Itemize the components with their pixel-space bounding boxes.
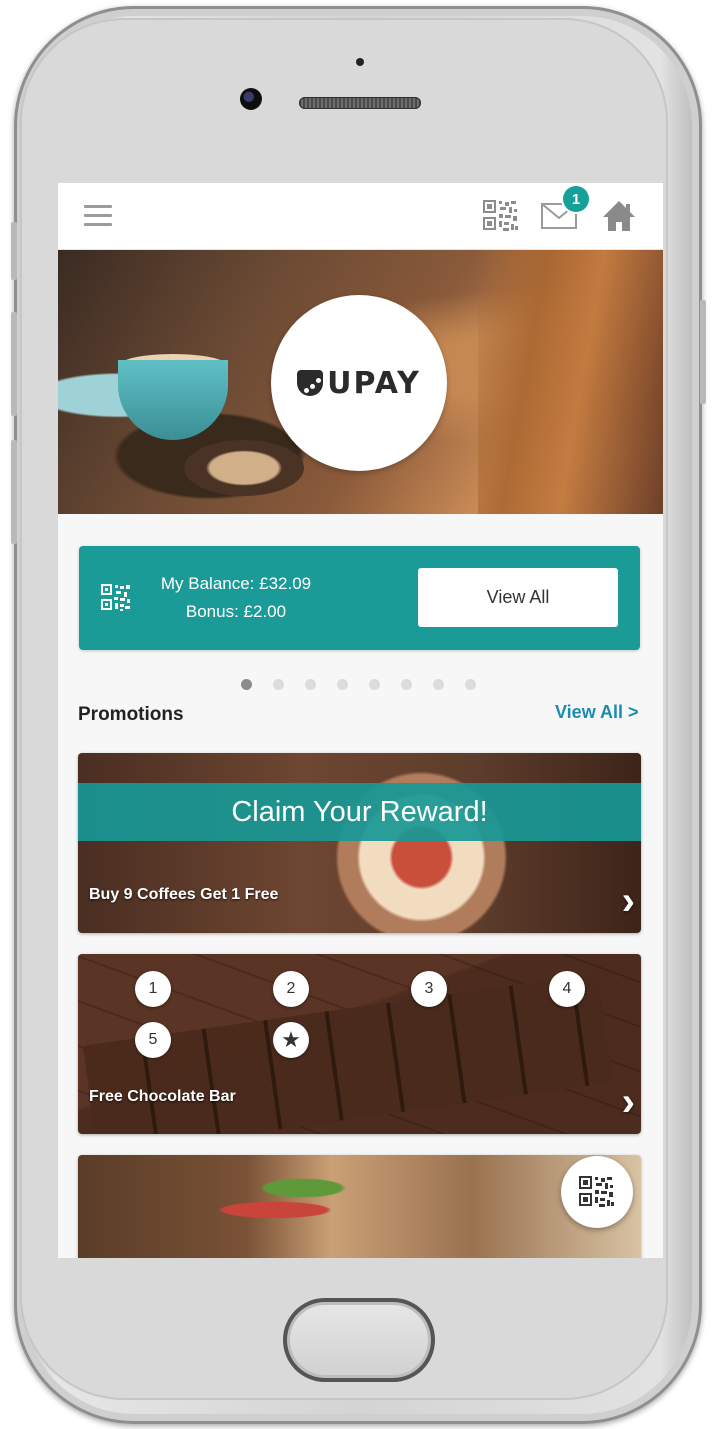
promotions-view-all-link[interactable]: View All > <box>555 702 639 723</box>
stamp-4: 4 <box>549 971 585 1007</box>
claim-reward-banner[interactable]: Claim Your Reward! <box>78 783 641 841</box>
carousel-dot[interactable] <box>305 679 316 690</box>
chevron-right-icon[interactable]: › <box>622 881 635 921</box>
promotion-card-label: Free Chocolate Bar <box>89 1088 236 1105</box>
chevron-right-icon[interactable]: › <box>622 1082 635 1122</box>
phone-volume-down <box>11 440 17 544</box>
balance-text: My Balance: £32.09 Bonus: £2.00 <box>141 570 331 626</box>
carousel-dot[interactable] <box>241 679 252 690</box>
notification-badge[interactable]: 1 <box>563 186 589 212</box>
phone-volume-up <box>11 312 17 416</box>
promotion-card-chocolate[interactable]: 1 2 3 4 5 ★ Free Chocolate Bar › <box>78 954 641 1134</box>
brand-logo: UPAY <box>271 295 447 471</box>
brand-logo-mark-icon <box>297 370 324 396</box>
hero-photo-coffee-cup <box>184 440 304 496</box>
hero-banner: UPAY <box>58 250 663 514</box>
promotion-card-coffee[interactable]: Claim Your Reward! Buy 9 Coffees Get 1 F… <box>78 753 641 933</box>
home-button[interactable] <box>283 1298 435 1382</box>
star-stamp-icon: ★ <box>273 1022 309 1058</box>
floating-qr-button[interactable] <box>561 1156 633 1228</box>
home-icon[interactable] <box>601 199 637 233</box>
carousel-dot[interactable] <box>433 679 444 690</box>
qr-code-icon <box>579 1176 614 1207</box>
hero-photo-hair <box>478 250 663 514</box>
earpiece-speaker <box>299 97 421 109</box>
phone-mute-switch <box>11 222 17 280</box>
stamp-5: 5 <box>135 1022 171 1058</box>
carousel-dot[interactable] <box>273 679 284 690</box>
hero-photo-teal-cup <box>118 360 228 440</box>
balance-qr-code-icon[interactable] <box>101 584 131 612</box>
balance-panel: My Balance: £32.09 Bonus: £2.00 View All <box>79 546 640 650</box>
promotion-card-sandwich[interactable] <box>78 1155 641 1258</box>
app-screen: 1 UPAY My Balance: £32.09 Bonus: £2.00 V… <box>58 183 663 1258</box>
phone-power-button <box>700 300 706 404</box>
balance-amount: My Balance: £32.09 <box>160 574 312 593</box>
carousel-dots <box>241 679 476 690</box>
promotions-heading: Promotions <box>78 704 184 725</box>
hamburger-icon[interactable] <box>84 205 112 227</box>
promotion-card-label: Buy 9 Coffees Get 1 Free <box>89 886 279 903</box>
bonus-amount: Bonus: £2.00 <box>185 602 287 621</box>
carousel-dot[interactable] <box>465 679 476 690</box>
view-all-balance-button[interactable]: View All <box>418 568 618 627</box>
carousel-dot[interactable] <box>401 679 412 690</box>
stamp-1: 1 <box>135 971 171 1007</box>
carousel-dot[interactable] <box>369 679 380 690</box>
top-bar: 1 <box>58 183 663 250</box>
front-camera <box>240 88 262 110</box>
carousel-dot[interactable] <box>337 679 348 690</box>
proximity-sensor <box>356 58 364 66</box>
stamp-3: 3 <box>411 971 447 1007</box>
stamp-2: 2 <box>273 971 309 1007</box>
brand-logo-text: UPAY <box>327 365 421 401</box>
qr-code-icon[interactable] <box>483 200 519 232</box>
